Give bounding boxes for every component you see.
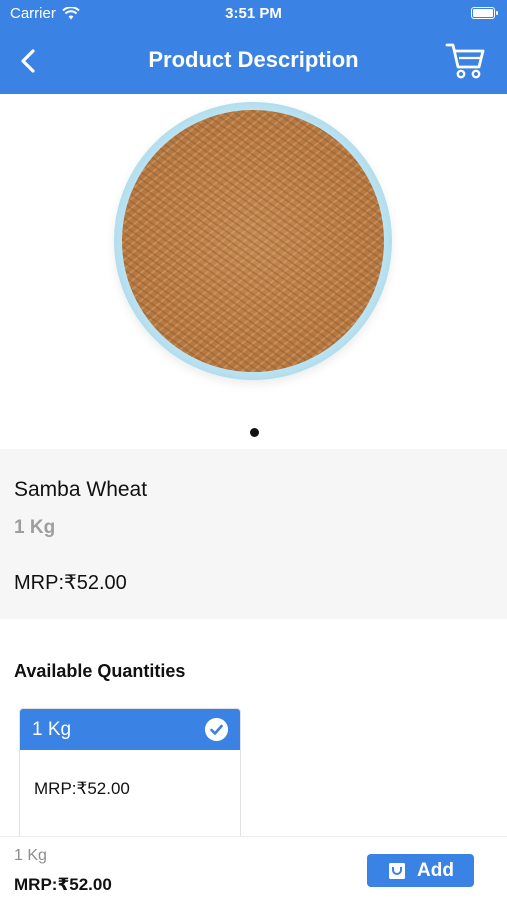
check-circle-icon [205,718,228,741]
quantity-option-label: 1 Kg [32,719,72,740]
add-button-label: Add [417,859,454,881]
product-mrp: MRP:₹52.00 [14,572,127,594]
product-image-carousel[interactable] [0,94,507,449]
product-name: Samba Wheat [14,478,148,501]
product-image [122,110,384,372]
page-title: Product Description [148,47,359,72]
cart-button[interactable] [445,41,487,81]
nav-bar: Product Description [0,28,507,94]
carousel-page-indicator [250,428,259,437]
status-time: 3:51 PM [225,5,282,22]
available-quantities-heading: Available Quantities [14,661,186,681]
product-unit: 1 Kg [14,517,56,538]
quantity-option-card[interactable]: 1 Kg MRP:₹52.00 [19,708,241,840]
bag-icon [389,862,406,879]
bottom-bar: 1 Kg MRP:₹52.00 Add [0,836,507,901]
battery-icon [471,7,498,19]
product-info: Samba Wheat 1 Kg MRP:₹52.00 [0,449,507,619]
footer-unit: 1 Kg [14,847,47,864]
cart-icon [445,43,485,79]
add-to-cart-button[interactable]: Add [367,854,474,887]
status-bar: Carrier 3:51 PM [0,0,507,28]
footer-mrp: MRP:₹52.00 [14,875,112,894]
quantity-option-header: 1 Kg [20,709,240,750]
quantity-option-price: MRP:₹52.00 [34,779,130,798]
